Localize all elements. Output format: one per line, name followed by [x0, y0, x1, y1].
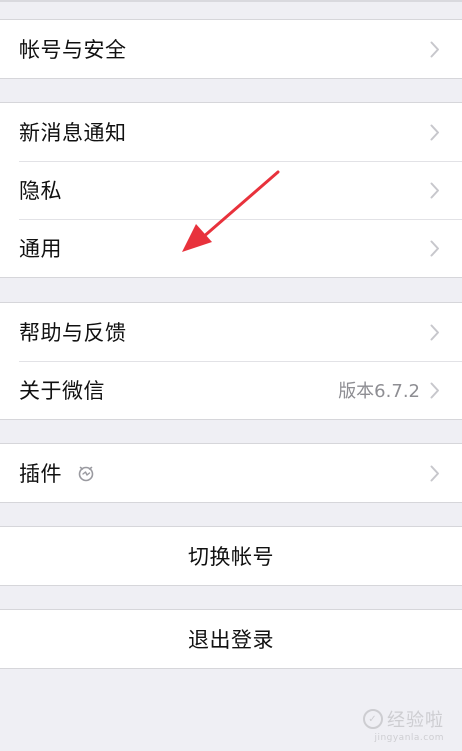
chevron-right-icon: [428, 181, 442, 199]
settings-item-privacy[interactable]: 隐私: [0, 161, 462, 219]
watermark-brand: 经验啦: [387, 710, 444, 731]
settings-item-help-feedback[interactable]: 帮助与反馈: [0, 303, 462, 361]
chevron-right-icon: [428, 239, 442, 257]
settings-item-account-security[interactable]: 帐号与安全: [0, 20, 462, 78]
settings-item-general[interactable]: 通用: [0, 219, 462, 277]
version-value: 版本6.7.2: [338, 381, 420, 402]
watermark-url: jingyanla.com: [374, 733, 444, 743]
settings-item-label: 通用: [19, 237, 62, 261]
switch-account-button[interactable]: 切换帐号: [0, 527, 462, 585]
chevron-right-icon: [428, 464, 442, 482]
logout-label: 退出登录: [188, 628, 274, 652]
settings-item-label: 隐私: [19, 179, 62, 203]
settings-item-label: 关于微信: [19, 379, 105, 403]
switch-account-label: 切换帐号: [188, 545, 274, 569]
logout-group: 退出登录: [0, 609, 462, 669]
plugin-icon: [76, 463, 96, 483]
top-divider: [0, 0, 462, 2]
settings-group-general: 新消息通知 隐私 通用: [0, 102, 462, 278]
settings-item-label: 帮助与反馈: [19, 321, 127, 345]
logout-button[interactable]: 退出登录: [0, 610, 462, 668]
chevron-right-icon: [428, 40, 442, 58]
settings-group-plugins: 插件: [0, 443, 462, 503]
settings-item-notifications[interactable]: 新消息通知: [0, 103, 462, 161]
watermark-logo-icon: ✓: [363, 709, 383, 729]
chevron-right-icon: [428, 123, 442, 141]
settings-item-about-wechat[interactable]: 关于微信 版本6.7.2: [0, 361, 462, 419]
settings-item-label: 帐号与安全: [19, 38, 127, 62]
settings-item-label: 新消息通知: [19, 121, 127, 145]
watermark: ✓ 经验啦 jingyanla.com: [363, 706, 444, 743]
switch-account-group: 切换帐号: [0, 526, 462, 586]
chevron-right-icon: [428, 323, 442, 341]
settings-group-help: 帮助与反馈 关于微信 版本6.7.2: [0, 302, 462, 420]
settings-group-account: 帐号与安全: [0, 19, 462, 79]
settings-item-label: 插件: [19, 462, 62, 486]
settings-item-plugins[interactable]: 插件: [0, 444, 462, 502]
chevron-right-icon: [428, 381, 442, 399]
